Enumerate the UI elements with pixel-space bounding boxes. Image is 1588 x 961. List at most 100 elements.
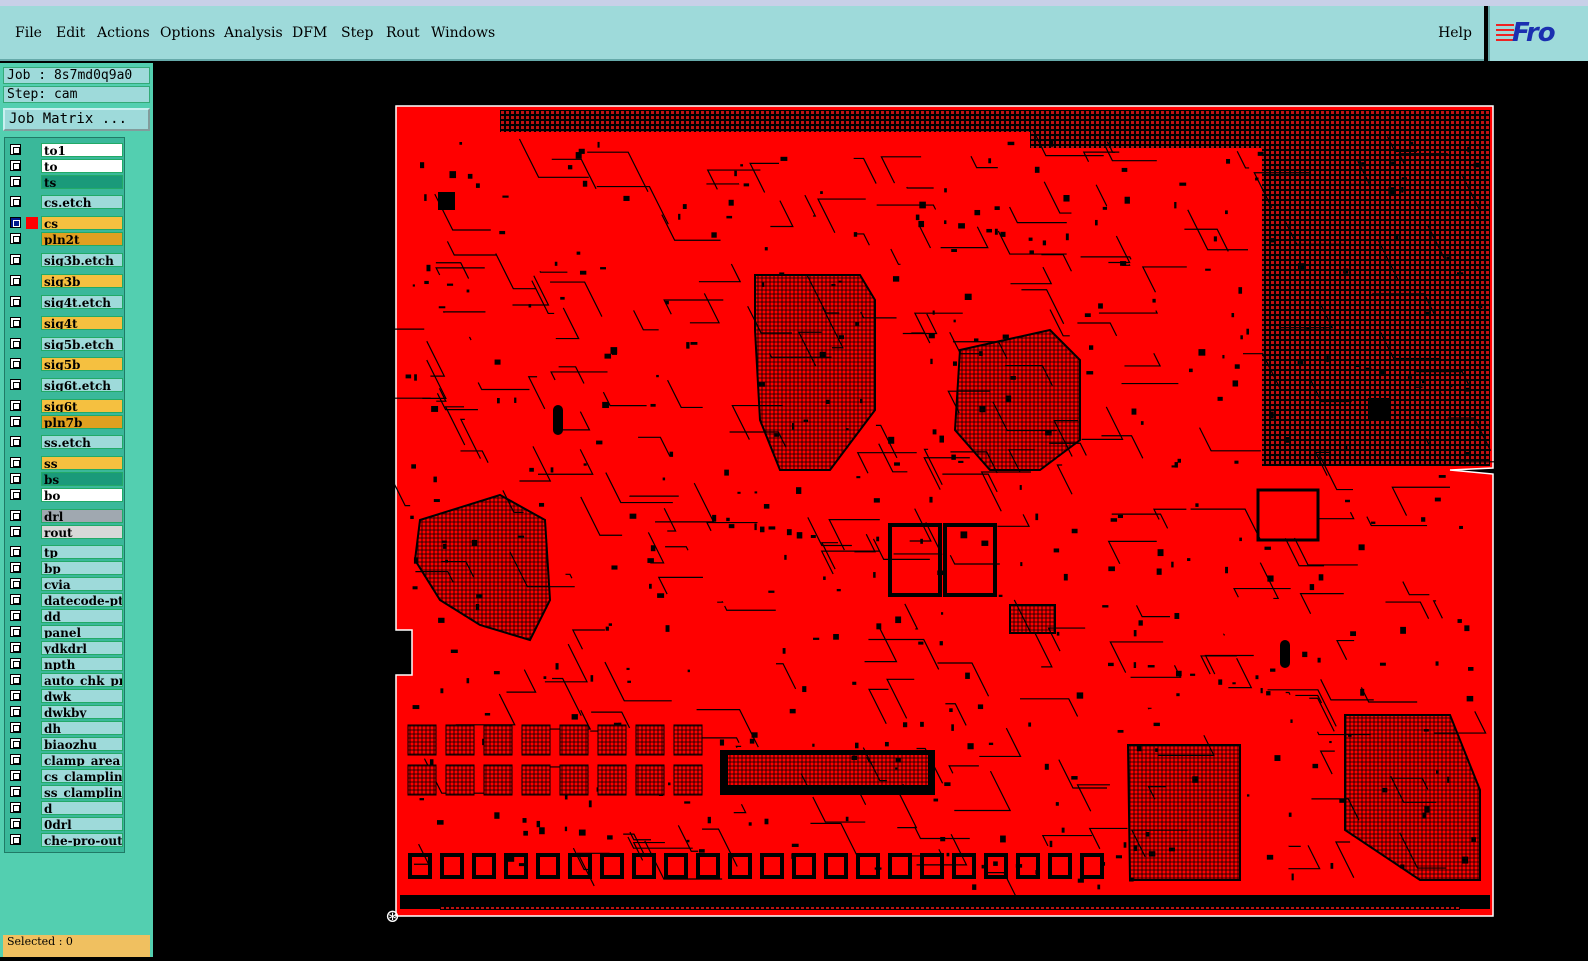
pcb-board-view[interactable] xyxy=(155,63,1588,957)
layer-name[interactable]: to1 xyxy=(41,143,123,157)
layer-name[interactable]: sig6t xyxy=(41,399,123,413)
layer-name[interactable]: clamp_area xyxy=(41,753,123,767)
layer-checkbox[interactable] xyxy=(10,706,21,717)
layer-row-che-pro-out[interactable]: che-pro-out xyxy=(5,833,126,847)
layer-row-tp[interactable]: tp xyxy=(5,545,126,559)
layer-color-swatch[interactable] xyxy=(26,674,38,686)
layer-row-dwk[interactable]: dwk xyxy=(5,689,126,703)
layer-row-ss[interactable]: ss xyxy=(5,456,126,470)
layer-name[interactable]: che-pro-out xyxy=(41,833,123,847)
layer-row-rout[interactable]: rout xyxy=(5,525,126,539)
layer-name[interactable]: panel xyxy=(41,625,123,639)
layer-checkbox[interactable] xyxy=(10,144,21,155)
layer-checkbox[interactable] xyxy=(10,160,21,171)
layer-color-swatch[interactable] xyxy=(26,626,38,638)
layer-checkbox[interactable] xyxy=(10,770,21,781)
layer-color-swatch[interactable] xyxy=(26,416,38,428)
layer-name[interactable]: bo xyxy=(41,488,123,502)
layer-color-swatch[interactable] xyxy=(26,818,38,830)
layer-color-swatch[interactable] xyxy=(26,254,38,266)
layer-color-swatch[interactable] xyxy=(26,317,38,329)
layer-checkbox[interactable] xyxy=(10,754,21,765)
layer-color-swatch[interactable] xyxy=(26,738,38,750)
layer-row-pln7b[interactable]: pln7b xyxy=(5,415,126,429)
layer-name[interactable]: 0drl xyxy=(41,817,123,831)
layer-checkbox[interactable] xyxy=(10,626,21,637)
layer-name[interactable]: ydkdrl xyxy=(41,641,123,655)
layer-checkbox[interactable] xyxy=(10,400,21,411)
layer-checkbox[interactable] xyxy=(10,674,21,685)
layer-checkbox[interactable] xyxy=(10,738,21,749)
layer-color-swatch[interactable] xyxy=(26,176,38,188)
job-matrix-button[interactable]: Job Matrix ... xyxy=(3,108,150,131)
layer-name[interactable]: bp xyxy=(41,561,123,575)
layer-name[interactable]: ss.etch xyxy=(41,435,123,449)
layer-name[interactable]: to xyxy=(41,159,123,173)
layer-name[interactable]: cs_clampline xyxy=(41,769,123,783)
layer-row-ss-clampline[interactable]: ss_clampline xyxy=(5,785,126,799)
menu-step[interactable]: Step xyxy=(341,25,373,41)
layer-color-swatch[interactable] xyxy=(26,658,38,670)
menu-help[interactable]: Help xyxy=(1438,25,1472,41)
menu-windows[interactable]: Windows xyxy=(431,25,495,41)
layer-row-npth[interactable]: npth xyxy=(5,657,126,671)
layer-name[interactable]: npth xyxy=(41,657,123,671)
layer-name[interactable]: cs.etch xyxy=(41,195,123,209)
layer-checkbox[interactable] xyxy=(10,416,21,427)
layer-checkbox[interactable] xyxy=(10,578,21,589)
layer-color-swatch[interactable] xyxy=(26,834,38,846)
menu-analysis[interactable]: Analysis xyxy=(224,25,283,41)
layer-list-scrollbar[interactable] xyxy=(125,137,150,853)
layer-name[interactable]: cs xyxy=(41,216,123,230)
layer-name[interactable]: drl xyxy=(41,509,123,523)
layer-color-swatch[interactable] xyxy=(26,233,38,245)
menu-edit[interactable]: Edit xyxy=(56,25,85,41)
layer-row-cs[interactable]: cs xyxy=(5,216,126,230)
layer-color-swatch[interactable] xyxy=(26,275,38,287)
layer-row-pln2t[interactable]: pln2t xyxy=(5,232,126,246)
layer-name[interactable]: biaozhu xyxy=(41,737,123,751)
layer-color-swatch[interactable] xyxy=(26,160,38,172)
layer-row-ts[interactable]: ts xyxy=(5,175,126,189)
layer-row-cs-etch[interactable]: cs.etch xyxy=(5,195,126,209)
layer-color-swatch[interactable] xyxy=(26,690,38,702)
layer-color-swatch[interactable] xyxy=(26,526,38,538)
layer-color-swatch[interactable] xyxy=(26,144,38,156)
layer-row-bp[interactable]: bp xyxy=(5,561,126,575)
layer-color-swatch[interactable] xyxy=(26,610,38,622)
layer-name[interactable]: sig5b xyxy=(41,357,123,371)
layer-row-dd[interactable]: dd xyxy=(5,609,126,623)
layer-row-to1[interactable]: to1 xyxy=(5,143,126,157)
layer-name[interactable]: dwkby xyxy=(41,705,123,719)
layer-color-swatch[interactable] xyxy=(26,802,38,814)
layer-row-dh[interactable]: dh xyxy=(5,721,126,735)
layer-checkbox[interactable] xyxy=(10,834,21,845)
layer-color-swatch[interactable] xyxy=(26,338,38,350)
menu-rout[interactable]: Rout xyxy=(386,25,420,41)
menu-file[interactable]: File xyxy=(15,25,42,41)
layer-name[interactable]: ss xyxy=(41,456,123,470)
layer-color-swatch[interactable] xyxy=(26,578,38,590)
layer-color-swatch[interactable] xyxy=(26,457,38,469)
layer-color-swatch[interactable] xyxy=(26,642,38,654)
layer-name[interactable]: ts xyxy=(41,175,123,189)
layer-checkbox[interactable] xyxy=(10,610,21,621)
layer-checkbox[interactable] xyxy=(10,818,21,829)
layer-checkbox[interactable] xyxy=(10,658,21,669)
layer-name[interactable]: tp xyxy=(41,545,123,559)
layer-name[interactable]: bs xyxy=(41,472,123,486)
layer-row-bo[interactable]: bo xyxy=(5,488,126,502)
layer-row-bs[interactable]: bs xyxy=(5,472,126,486)
layer-row-ss-etch[interactable]: ss.etch xyxy=(5,435,126,449)
layer-checkbox[interactable] xyxy=(10,722,21,733)
layer-name[interactable]: sig6t.etch xyxy=(41,378,123,392)
layer-checkbox[interactable] xyxy=(10,196,21,207)
layer-checkbox[interactable] xyxy=(10,526,21,537)
layer-row-cs-clampline[interactable]: cs_clampline xyxy=(5,769,126,783)
layer-row-cvia[interactable]: cvia xyxy=(5,577,126,591)
layer-row-d[interactable]: d xyxy=(5,801,126,815)
layer-checkbox[interactable] xyxy=(10,690,21,701)
layer-color-swatch[interactable] xyxy=(26,786,38,798)
layer-checkbox[interactable] xyxy=(10,296,21,307)
layer-row-datecode-pto[interactable]: datecode-pto xyxy=(5,593,126,607)
